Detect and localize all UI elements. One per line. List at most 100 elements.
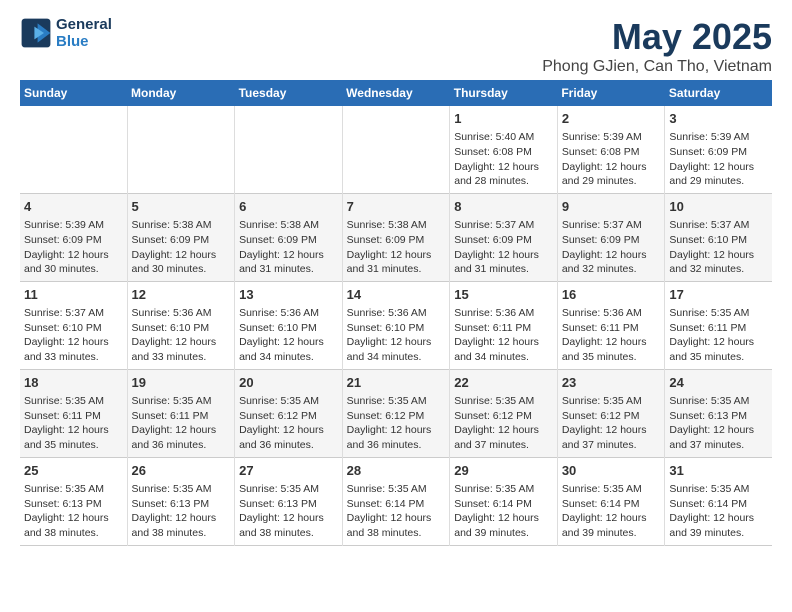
calendar-cell: 25Sunrise: 5:35 AM Sunset: 6:13 PM Dayli… bbox=[20, 457, 127, 545]
day-info: Sunrise: 5:35 AM Sunset: 6:13 PM Dayligh… bbox=[24, 482, 123, 541]
calendar-cell: 13 Sunrise: 5:36 AM Sunset: 6:10 PM Dayli… bbox=[235, 281, 343, 369]
day-info: Sunrise: 5:35 AM Sunset: 6:14 PM Dayligh… bbox=[454, 482, 553, 541]
calendar-cell: 28 Sunrise: 5:35 AM Sunset: 6:14 PM Dayli… bbox=[342, 457, 450, 545]
calendar-cell: 5Sunrise: 5:38 AM Sunset: 6:09 PM Daylig… bbox=[127, 193, 235, 281]
day-number: 17 bbox=[669, 286, 768, 304]
calendar-cell: 12Sunrise: 5:36 AM Sunset: 6:10 PM Dayli… bbox=[127, 281, 235, 369]
calendar-cell: 11 Sunrise: 5:37 AM Sunset: 6:10 PM Dayli… bbox=[20, 281, 127, 369]
day-number: 26 bbox=[132, 462, 231, 480]
calendar-cell: 15Sunrise: 5:36 AM Sunset: 6:11 PM Dayli… bbox=[450, 281, 558, 369]
calendar-cell: 2 Sunrise: 5:39 AM Sunset: 6:08 PM Daylig… bbox=[557, 106, 665, 193]
col-header-saturday: Saturday bbox=[665, 80, 772, 106]
day-info: Sunrise: 5:35 AM Sunset: 6:13 PM Dayligh… bbox=[132, 482, 231, 541]
day-number: 8 bbox=[454, 198, 553, 216]
day-info: Sunrise: 5:39 AM Sunset: 6:09 PM Dayligh… bbox=[669, 130, 768, 189]
day-info: Sunrise: 5:35 AM Sunset: 6:14 PM Dayligh… bbox=[347, 482, 446, 541]
calendar-cell: 20 Sunrise: 5:35 AM Sunset: 6:12 PM Dayli… bbox=[235, 369, 343, 457]
calendar-cell: 6 Sunrise: 5:38 AM Sunset: 6:09 PM Daylig… bbox=[235, 193, 343, 281]
week-row-3: 11 Sunrise: 5:37 AM Sunset: 6:10 PM Dayli… bbox=[20, 281, 772, 369]
col-header-thursday: Thursday bbox=[450, 80, 558, 106]
calendar-cell: 21 Sunrise: 5:35 AM Sunset: 6:12 PM Dayli… bbox=[342, 369, 450, 457]
week-row-5: 25Sunrise: 5:35 AM Sunset: 6:13 PM Dayli… bbox=[20, 457, 772, 545]
col-header-monday: Monday bbox=[127, 80, 235, 106]
calendar-cell: 10 Sunrise: 5:37 AM Sunset: 6:10 PM Dayli… bbox=[665, 193, 772, 281]
day-info: Sunrise: 5:39 AM Sunset: 6:08 PM Dayligh… bbox=[562, 130, 661, 189]
calendar-cell: 9 Sunrise: 5:37 AM Sunset: 6:09 PM Daylig… bbox=[557, 193, 665, 281]
day-number: 4 bbox=[24, 198, 123, 216]
calendar-cell: 27 Sunrise: 5:35 AM Sunset: 6:13 PM Dayli… bbox=[235, 457, 343, 545]
day-number: 21 bbox=[347, 374, 446, 392]
calendar-header-row: SundayMondayTuesdayWednesdayThursdayFrid… bbox=[20, 80, 772, 106]
day-info: Sunrise: 5:35 AM Sunset: 6:11 PM Dayligh… bbox=[132, 394, 231, 453]
calendar-cell: 14Sunrise: 5:36 AM Sunset: 6:10 PM Dayli… bbox=[342, 281, 450, 369]
calendar-cell: 16Sunrise: 5:36 AM Sunset: 6:11 PM Dayli… bbox=[557, 281, 665, 369]
main-title: May 2025 bbox=[542, 16, 772, 58]
day-number: 2 bbox=[562, 110, 661, 128]
calendar-cell bbox=[235, 106, 343, 193]
day-info: Sunrise: 5:35 AM Sunset: 6:12 PM Dayligh… bbox=[347, 394, 446, 453]
day-number: 1 bbox=[454, 110, 553, 128]
day-number: 22 bbox=[454, 374, 553, 392]
day-number: 19 bbox=[132, 374, 231, 392]
day-info: Sunrise: 5:35 AM Sunset: 6:12 PM Dayligh… bbox=[454, 394, 553, 453]
day-number: 11 bbox=[24, 286, 123, 304]
calendar-table: SundayMondayTuesdayWednesdayThursdayFrid… bbox=[20, 80, 772, 546]
day-info: Sunrise: 5:37 AM Sunset: 6:10 PM Dayligh… bbox=[669, 218, 768, 277]
calendar-cell bbox=[342, 106, 450, 193]
day-number: 13 bbox=[239, 286, 338, 304]
day-info: Sunrise: 5:37 AM Sunset: 6:10 PM Dayligh… bbox=[24, 306, 123, 365]
day-info: Sunrise: 5:36 AM Sunset: 6:11 PM Dayligh… bbox=[454, 306, 553, 365]
calendar-cell: 29 Sunrise: 5:35 AM Sunset: 6:14 PM Dayli… bbox=[450, 457, 558, 545]
col-header-tuesday: Tuesday bbox=[235, 80, 343, 106]
calendar-cell: 4 Sunrise: 5:39 AM Sunset: 6:09 PM Daylig… bbox=[20, 193, 127, 281]
day-number: 20 bbox=[239, 374, 338, 392]
week-row-2: 4 Sunrise: 5:39 AM Sunset: 6:09 PM Daylig… bbox=[20, 193, 772, 281]
day-number: 31 bbox=[669, 462, 768, 480]
day-info: Sunrise: 5:39 AM Sunset: 6:09 PM Dayligh… bbox=[24, 218, 123, 277]
calendar-cell bbox=[20, 106, 127, 193]
day-info: Sunrise: 5:35 AM Sunset: 6:11 PM Dayligh… bbox=[24, 394, 123, 453]
calendar-cell: 31 Sunrise: 5:35 AM Sunset: 6:14 PM Dayli… bbox=[665, 457, 772, 545]
day-info: Sunrise: 5:36 AM Sunset: 6:10 PM Dayligh… bbox=[239, 306, 338, 365]
day-info: Sunrise: 5:40 AM Sunset: 6:08 PM Dayligh… bbox=[454, 130, 553, 189]
logo-icon bbox=[20, 17, 52, 49]
day-info: Sunrise: 5:37 AM Sunset: 6:09 PM Dayligh… bbox=[454, 218, 553, 277]
calendar-cell: 1 Sunrise: 5:40 AM Sunset: 6:08 PM Daylig… bbox=[450, 106, 558, 193]
calendar-cell: 19 Sunrise: 5:35 AM Sunset: 6:11 PM Dayli… bbox=[127, 369, 235, 457]
day-info: Sunrise: 5:36 AM Sunset: 6:11 PM Dayligh… bbox=[562, 306, 661, 365]
day-number: 5 bbox=[132, 198, 231, 216]
day-info: Sunrise: 5:35 AM Sunset: 6:13 PM Dayligh… bbox=[239, 482, 338, 541]
day-number: 30 bbox=[562, 462, 661, 480]
day-number: 14 bbox=[347, 286, 446, 304]
day-info: Sunrise: 5:37 AM Sunset: 6:09 PM Dayligh… bbox=[562, 218, 661, 277]
day-info: Sunrise: 5:35 AM Sunset: 6:12 PM Dayligh… bbox=[239, 394, 338, 453]
logo: General Blue bbox=[20, 16, 112, 50]
calendar-cell: 30Sunrise: 5:35 AM Sunset: 6:14 PM Dayli… bbox=[557, 457, 665, 545]
calendar-cell: 3 Sunrise: 5:39 AM Sunset: 6:09 PM Daylig… bbox=[665, 106, 772, 193]
day-info: Sunrise: 5:35 AM Sunset: 6:11 PM Dayligh… bbox=[669, 306, 768, 365]
day-number: 6 bbox=[239, 198, 338, 216]
week-row-1: 1 Sunrise: 5:40 AM Sunset: 6:08 PM Daylig… bbox=[20, 106, 772, 193]
calendar-cell: 24Sunrise: 5:35 AM Sunset: 6:13 PM Dayli… bbox=[665, 369, 772, 457]
day-number: 3 bbox=[669, 110, 768, 128]
day-number: 29 bbox=[454, 462, 553, 480]
day-number: 10 bbox=[669, 198, 768, 216]
day-info: Sunrise: 5:35 AM Sunset: 6:12 PM Dayligh… bbox=[562, 394, 661, 453]
col-header-friday: Friday bbox=[557, 80, 665, 106]
day-number: 7 bbox=[347, 198, 446, 216]
calendar-cell bbox=[127, 106, 235, 193]
title-section: May 2025 Phong GJien, Can Tho, Vietnam bbox=[542, 16, 772, 76]
day-info: Sunrise: 5:38 AM Sunset: 6:09 PM Dayligh… bbox=[239, 218, 338, 277]
day-info: Sunrise: 5:35 AM Sunset: 6:14 PM Dayligh… bbox=[669, 482, 768, 541]
day-number: 18 bbox=[24, 374, 123, 392]
day-number: 9 bbox=[562, 198, 661, 216]
header: General Blue May 2025 Phong GJien, Can T… bbox=[20, 16, 772, 76]
day-number: 23 bbox=[562, 374, 661, 392]
calendar-cell: 22 Sunrise: 5:35 AM Sunset: 6:12 PM Dayli… bbox=[450, 369, 558, 457]
col-header-sunday: Sunday bbox=[20, 80, 127, 106]
day-number: 27 bbox=[239, 462, 338, 480]
day-number: 28 bbox=[347, 462, 446, 480]
subtitle: Phong GJien, Can Tho, Vietnam bbox=[542, 58, 772, 76]
calendar-cell: 23 Sunrise: 5:35 AM Sunset: 6:12 PM Dayli… bbox=[557, 369, 665, 457]
calendar-cell: 8 Sunrise: 5:37 AM Sunset: 6:09 PM Daylig… bbox=[450, 193, 558, 281]
